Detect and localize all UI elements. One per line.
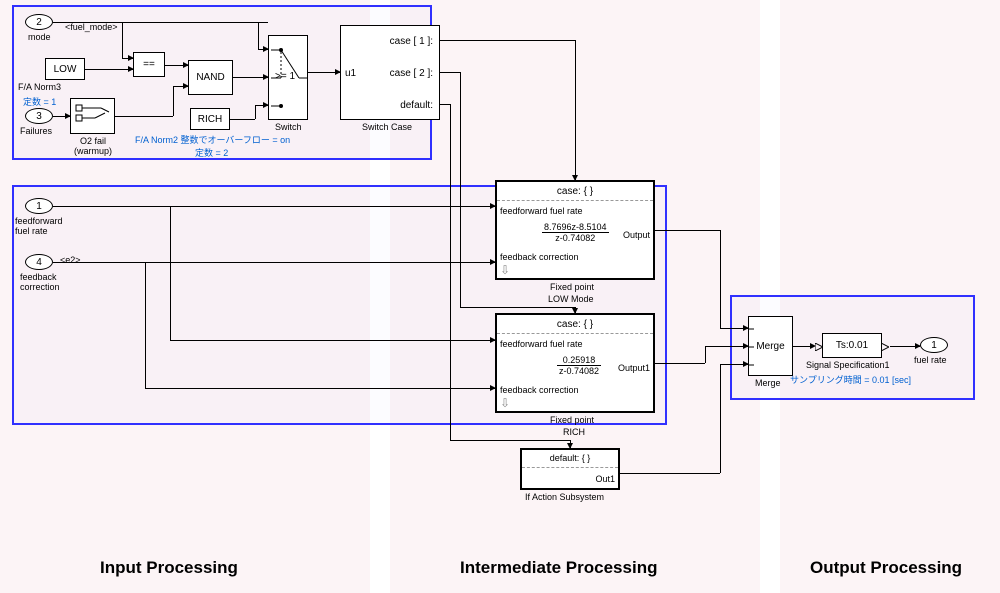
fa-norm2-note: F/A Norm2 整数でオーバーフロー = on (135, 133, 290, 146)
port-label-fuelrate: fuel rate (914, 355, 947, 365)
region-label-input: Input Processing (100, 558, 238, 578)
const2-note: 定数 = 2 (195, 146, 228, 159)
inport-1[interactable]: 1 (25, 198, 53, 214)
port-num: 2 (36, 17, 42, 28)
constant-rich[interactable]: RICH (190, 108, 230, 130)
signal-specification[interactable]: Ts:0.01 (822, 333, 882, 358)
signal-tag-e2: <e2> (60, 255, 81, 265)
low-mode-label2: LOW Mode (548, 294, 594, 304)
signal-tag-fuelmode: <fuel_mode> (65, 22, 118, 32)
inport-2[interactable]: 2 (25, 14, 53, 30)
relational-operator-eq[interactable]: == (133, 52, 165, 77)
rich-label2: RICH (563, 427, 585, 437)
o2-fail-block[interactable] (70, 98, 115, 134)
port-label-failures: Failures (20, 126, 52, 136)
region-label-output: Output Processing (810, 558, 962, 578)
inport-3[interactable]: 3 (25, 108, 53, 124)
switch-block[interactable]: >= 1 (268, 35, 308, 120)
o2-fail-label: O2 fail (warmup) (74, 136, 112, 156)
subsystem-fixed-point-low[interactable]: case: { } feedforward fuel rate 8.7696z-… (495, 180, 655, 280)
region-label-intermediate: Intermediate Processing (460, 558, 657, 578)
port-label-mode: mode (28, 32, 51, 42)
switch-case-label: Switch Case (362, 122, 412, 132)
port-num: 3 (36, 111, 42, 122)
merge-block[interactable]: Merge (748, 316, 793, 376)
outport-1[interactable]: 1 (920, 337, 948, 353)
fa-norm3-label: F/A Norm3 (18, 82, 61, 92)
low-mode-label1: Fixed point (550, 282, 594, 292)
merge-label: Merge (755, 378, 781, 388)
if-action-subsystem[interactable]: default: { } Out1 (520, 448, 620, 490)
inport-4[interactable]: 4 (25, 254, 53, 270)
port-label-feedforward: feedforward fuel rate (15, 216, 63, 236)
action-arrow-icon: ⇩ (500, 396, 510, 410)
port-label-feedback: feedback correction (20, 272, 60, 292)
logic-nand[interactable]: NAND (188, 60, 233, 95)
signal-spec-note: サンプリング時間 = 0.01 [sec] (790, 373, 911, 386)
switch-label: Switch (275, 122, 302, 132)
const1-note: 定数 = 1 (23, 95, 56, 108)
rich-label1: Fixed point (550, 415, 594, 425)
if-action-label: If Action Subsystem (525, 492, 604, 502)
signal-spec-label: Signal Specification1 (806, 360, 890, 370)
action-arrow-icon: ⇩ (500, 263, 510, 277)
subsystem-fixed-point-rich[interactable]: case: { } feedforward fuel rate 0.25918 … (495, 313, 655, 413)
switch-case-block[interactable]: case [ 1 ]: case [ 2 ]: u1 default: (340, 25, 440, 120)
constant-low[interactable]: LOW (45, 58, 85, 80)
